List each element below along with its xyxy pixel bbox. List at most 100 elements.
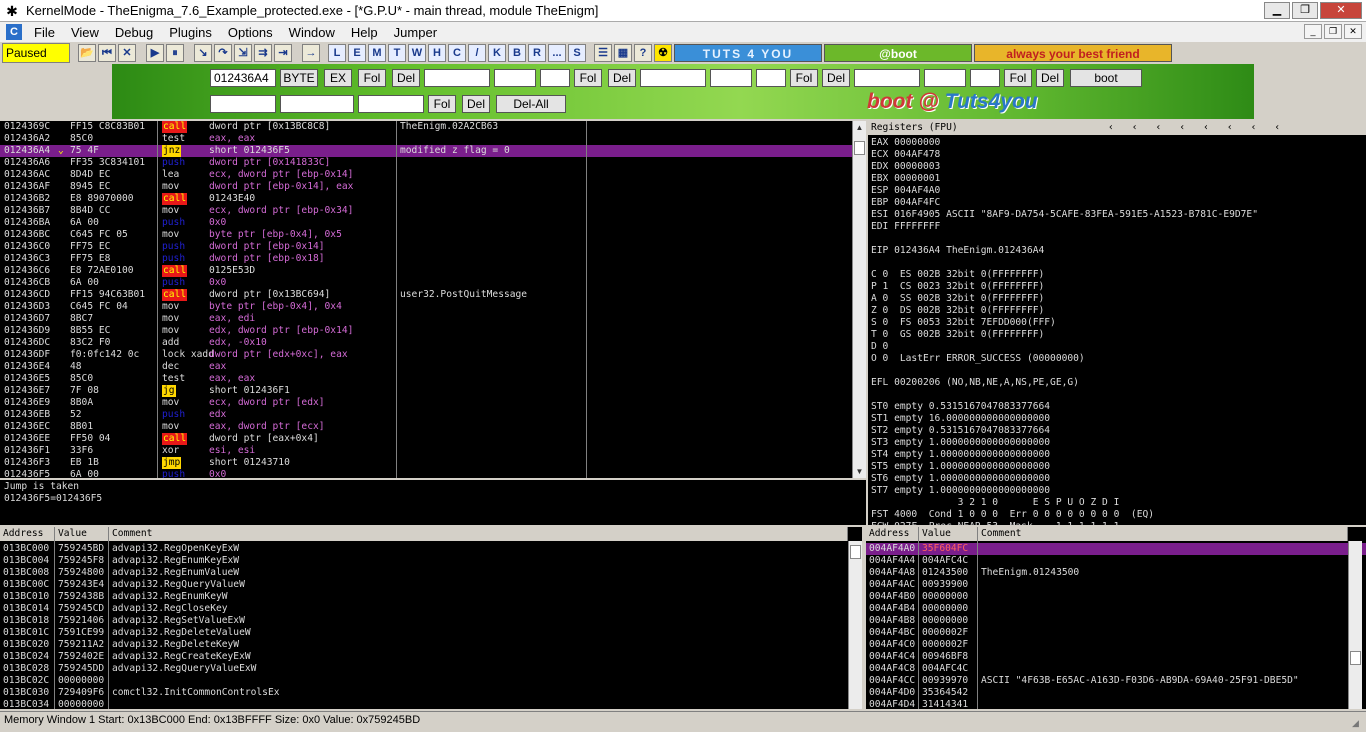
value-field[interactable]: [280, 95, 354, 113]
register-line[interactable]: EFL 00200206 (NO,NB,NE,A,NS,PE,GE,G): [871, 377, 1079, 389]
help-icon[interactable]: ?: [634, 44, 652, 62]
stack-pane[interactable]: Address Value Comment 004AF4A0 35F604FC 004AF…: [866, 527, 1366, 709]
pause-icon[interactable]: ⏸: [166, 44, 184, 62]
table-row[interactable]: 004AF4B0 00000000: [866, 591, 1366, 603]
register-line[interactable]: EBP 004AF4FC: [871, 197, 940, 209]
column-header-address[interactable]: Address: [866, 527, 919, 541]
disasm-row[interactable]: 012436EE FF50 04 call dword ptr [eax+0x4]: [0, 433, 852, 445]
close-button[interactable]: ✕: [1320, 2, 1362, 19]
register-line[interactable]: ST5 empty 1.0000000000000000000: [871, 461, 1050, 473]
table-row[interactable]: 004AF4A4 004AFC4C: [866, 555, 1366, 567]
disasm-row[interactable]: 012436F1 33F6 xor esi, esi: [0, 445, 852, 457]
table-row[interactable]: 013BC028 759245DD advapi32.RegQueryValueEx…: [0, 663, 862, 675]
mdi-minimize-button[interactable]: _: [1304, 24, 1322, 39]
dump-scrollbar[interactable]: [848, 541, 862, 709]
disasm-row[interactable]: 012436CB 6A 00 push 0x0: [0, 277, 852, 289]
table-row[interactable]: 004AF4C8 004AFC4C: [866, 663, 1366, 675]
cpu-window-button[interactable]: C: [448, 44, 466, 62]
registers-header[interactable]: Registers (FPU) ‹‹‹‹‹‹‹‹: [868, 121, 1366, 135]
ex-button[interactable]: EX: [324, 69, 352, 87]
breakpoints-window-button[interactable]: B: [508, 44, 526, 62]
register-line[interactable]: Z 0 DS 002B 32bit 0(FFFFFFFF): [871, 305, 1044, 317]
register-line[interactable]: EDI FFFFFFFF: [871, 221, 940, 233]
trace-into-icon[interactable]: ⇲: [234, 44, 252, 62]
stack-scrollbar[interactable]: [1348, 541, 1362, 709]
disassembly-pane[interactable]: 0124369C FF15 C8C83B01 call dword ptr [0x13…: [0, 121, 852, 478]
table-row[interactable]: 013BC000 759245BD advapi32.RegOpenKeyExW: [0, 543, 862, 555]
table-row[interactable]: 004AF4AC 00939900: [866, 579, 1366, 591]
table-row[interactable]: 004AF4A8 01243500 TheEnigm.01243500: [866, 567, 1366, 579]
step-into-icon[interactable]: ↘: [194, 44, 212, 62]
address-field[interactable]: 012436A4: [210, 69, 276, 87]
resize-grip-icon[interactable]: ◢: [1352, 715, 1364, 728]
value-field[interactable]: [924, 69, 966, 87]
disasm-row[interactable]: 0124369C FF15 C8C83B01 call dword ptr [0x13…: [0, 121, 852, 133]
column-header-value[interactable]: Value: [55, 527, 109, 541]
boot-button[interactable]: boot: [1070, 69, 1142, 87]
register-line[interactable]: D 0: [871, 341, 888, 353]
column-header-comment[interactable]: Comment: [978, 527, 1348, 541]
table-row[interactable]: 013BC018 75921406 advapi32.RegSetValueExW: [0, 615, 862, 627]
menu-view[interactable]: View: [63, 25, 107, 40]
open-icon[interactable]: 📂: [78, 44, 96, 62]
disasm-row[interactable]: 012436C3 FF75 E8 push dword ptr [ebp-0x18]: [0, 253, 852, 265]
table-row[interactable]: 004AF4B4 00000000: [866, 603, 1366, 615]
follow-button[interactable]: Fol: [574, 69, 602, 87]
disasm-row[interactable]: 012436E9 8B0A mov ecx, dword ptr [edx]: [0, 397, 852, 409]
registers-pane[interactable]: Registers (FPU) ‹‹‹‹‹‹‹‹ EAX 00000000 ECX …: [868, 121, 1366, 525]
delete-button[interactable]: Del: [822, 69, 850, 87]
byte-button[interactable]: BYTE: [280, 69, 318, 87]
register-line[interactable]: ST3 empty 1.0000000000000000000: [871, 437, 1050, 449]
modules-window-button[interactable]: E: [348, 44, 366, 62]
table-row[interactable]: 013BC014 759245CD advapi32.RegCloseKey: [0, 603, 862, 615]
windows-window-button[interactable]: W: [408, 44, 426, 62]
register-line[interactable]: FST 4000 Cond 1 0 0 0 Err 0 0 0 0 0 0 0 …: [871, 509, 1154, 521]
disasm-row[interactable]: 012436AC 8D4D EC lea ecx, dword ptr [ebp-0x…: [0, 169, 852, 181]
disasm-row[interactable]: 012436EC 8B01 mov eax, dword ptr [ecx]: [0, 421, 852, 433]
menu-window[interactable]: Window: [281, 25, 343, 40]
value-field[interactable]: [756, 69, 786, 87]
table-row[interactable]: 013BC010 7592438B advapi32.RegEnumKeyW: [0, 591, 862, 603]
value-field[interactable]: [210, 95, 276, 113]
disasm-row[interactable]: 012436E7 7F 08 jg short 012436F1: [0, 385, 852, 397]
disasm-row[interactable]: 012436D3 C645 FC 04 mov byte ptr [ebp-0x4],…: [0, 301, 852, 313]
disasm-row[interactable]: 012436A2 85C0 test eax, eax: [0, 133, 852, 145]
delete-button[interactable]: Del: [392, 69, 420, 87]
disasm-row[interactable]: 012436D7 8BC7 mov eax, edi: [0, 313, 852, 325]
source-window-button[interactable]: S: [568, 44, 586, 62]
column-header-address[interactable]: Address: [0, 527, 55, 541]
minimize-button[interactable]: ▁: [1264, 2, 1290, 19]
disasm-row[interactable]: 012436C6 E8 72AE0100 call 0125E53D: [0, 265, 852, 277]
run-icon[interactable]: ▶: [146, 44, 164, 62]
table-row[interactable]: 004AF4D4 31414341: [866, 699, 1366, 709]
delete-button[interactable]: Del: [608, 69, 636, 87]
register-line[interactable]: FCW 027F Prec NEAR,53 Mask 1 1 1 1 1 1: [871, 521, 1119, 525]
disasm-row[interactable]: 012436AF 8945 EC mov dword ptr [ebp-0x14], …: [0, 181, 852, 193]
follow-button[interactable]: Fol: [790, 69, 818, 87]
register-line[interactable]: ESI 016F4905 ASCII "8AF9-DA754-5CAFE-83F…: [871, 209, 1258, 221]
value-field[interactable]: [710, 69, 752, 87]
disasm-row[interactable]: 012436E4 48 dec eax: [0, 361, 852, 373]
register-line[interactable]: P 1 CS 0023 32bit 0(FFFFFFFF): [871, 281, 1044, 293]
register-line[interactable]: C 0 ES 002B 32bit 0(FFFFFFFF): [871, 269, 1044, 281]
menu-jumper[interactable]: Jumper: [386, 25, 445, 40]
menu-options[interactable]: Options: [220, 25, 281, 40]
scroll-thumb[interactable]: [1350, 651, 1361, 665]
maximize-button[interactable]: ❐: [1292, 2, 1318, 19]
register-line[interactable]: 3 2 1 0 E S P U O Z D I: [871, 497, 1120, 509]
memory-dump-pane[interactable]: Address Value Comment 013BC000 759245BD advap…: [0, 527, 862, 709]
mdi-restore-button[interactable]: ❐: [1324, 24, 1342, 39]
register-line[interactable]: O 0 LastErr ERROR_SUCCESS (00000000): [871, 353, 1085, 365]
trace-over-icon[interactable]: ⇉: [254, 44, 272, 62]
value-field[interactable]: [640, 69, 706, 87]
disasm-row[interactable]: 012436F3 EB 1B jmp short 01243710: [0, 457, 852, 469]
table-row[interactable]: 013BC00C 759243E4 advapi32.RegQueryValueW: [0, 579, 862, 591]
disasm-row[interactable]: 012436B7 8B4D CC mov ecx, dword ptr [ebp-0x…: [0, 205, 852, 217]
delete-button[interactable]: Del: [462, 95, 490, 113]
disasm-row[interactable]: 012436BC C645 FC 05 mov byte ptr [ebp-0x4],…: [0, 229, 852, 241]
disasm-row[interactable]: 012436B2 E8 89070000 call 01243E40: [0, 193, 852, 205]
table-row[interactable]: 013BC024 7592402E advapi32.RegCreateKeyExW: [0, 651, 862, 663]
disasm-row[interactable]: 012436EB 52 push edx: [0, 409, 852, 421]
register-line[interactable]: EDX 00000003: [871, 161, 940, 173]
column-header-comment[interactable]: Comment: [109, 527, 848, 541]
